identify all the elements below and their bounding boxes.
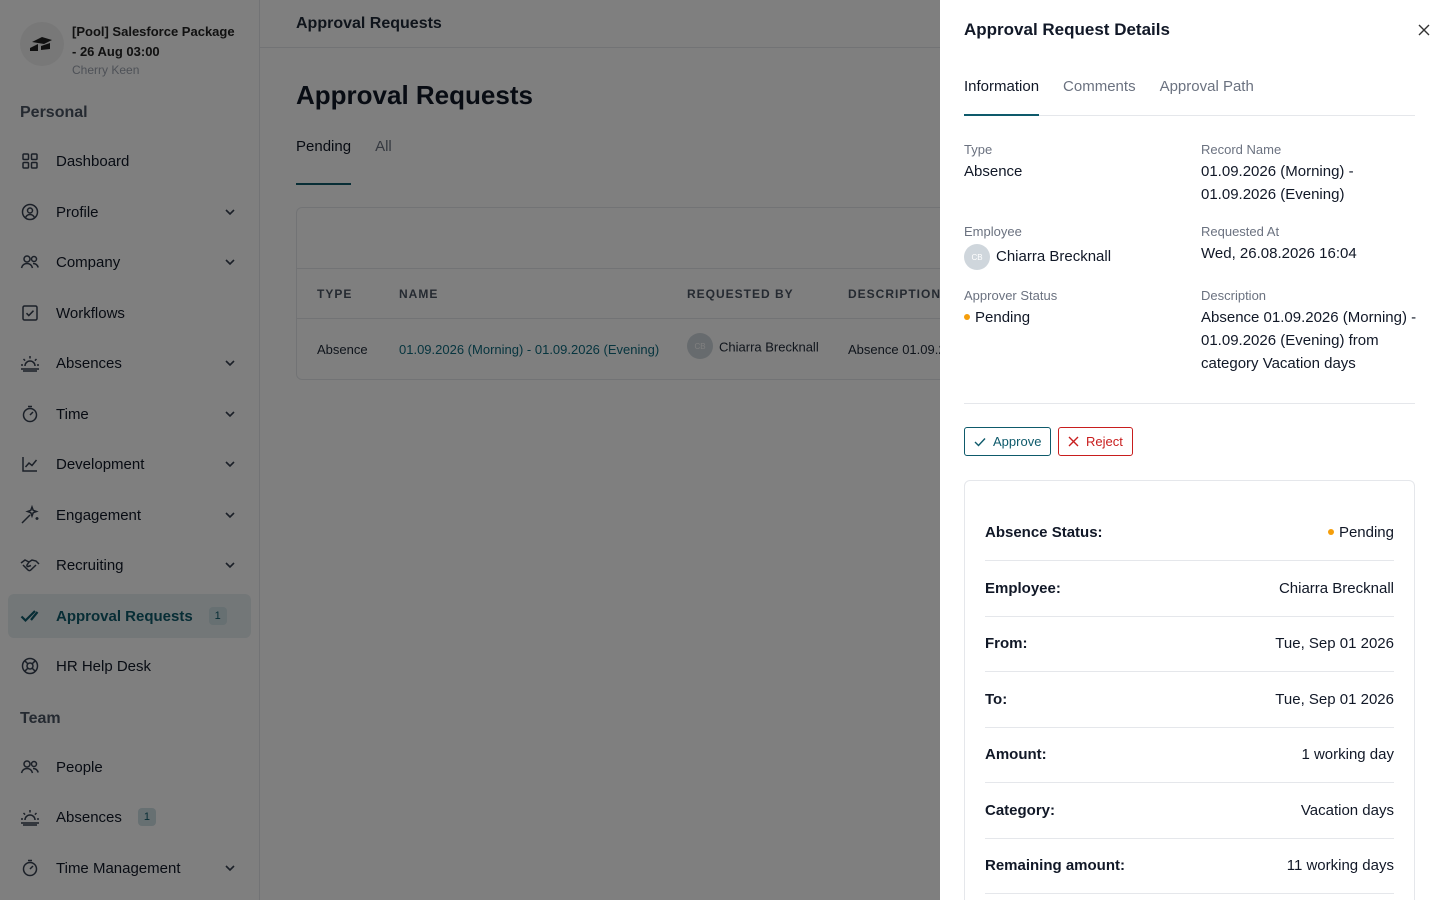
- summary-row-to: To: Tue, Sep 01 2026: [985, 672, 1394, 728]
- field-value: Absence 01.09.2026 (Morning) - 01.09.202…: [1201, 309, 1417, 372]
- approve-button[interactable]: Approve: [964, 427, 1052, 456]
- avatar: CB: [964, 244, 990, 270]
- summary-label: Employee:: [985, 580, 1061, 597]
- employee-name: Chiarra Brecknall: [996, 247, 1112, 265]
- field-label: Record Name: [1201, 142, 1282, 157]
- summary-row-status: Absence Status: Pending: [985, 505, 1394, 561]
- field-label: Approver Status: [964, 288, 1058, 303]
- summary-row-category: Category: Vacation days: [985, 783, 1394, 839]
- tab-information[interactable]: Information: [964, 78, 1040, 116]
- divider: [964, 403, 1415, 404]
- field-description: Description Absence 01.09.2026 (Morning)…: [1201, 288, 1421, 375]
- summary-value: Tue, Sep 01 2026: [1275, 635, 1394, 652]
- approval-details-drawer: Approval Request Details Information Com…: [940, 0, 1440, 900]
- drawer-title: Approval Request Details: [964, 20, 1170, 39]
- field-label: Type: [964, 142, 993, 157]
- tab-comments[interactable]: Comments: [1063, 78, 1136, 116]
- summary-label: Absence Status:: [985, 524, 1103, 541]
- summary-row-remaining: Remaining amount: 11 working days: [985, 838, 1394, 894]
- summary-row-from: From: Tue, Sep 01 2026: [985, 616, 1394, 672]
- summary-value: 1 working day: [1301, 746, 1394, 763]
- reject-label: Reject: [1086, 434, 1123, 449]
- summary-row-employee: Employee: Chiarra Brecknall: [985, 561, 1394, 617]
- summary-label: Amount:: [985, 746, 1047, 763]
- field-type: Type Absence: [964, 142, 1184, 183]
- field-value: Absence: [964, 163, 1023, 180]
- status-dot: [964, 314, 970, 321]
- status-dot: [1327, 529, 1334, 536]
- absence-summary-card: Absence Status: Pending Employee: Chiarr…: [964, 480, 1415, 900]
- summary-label: To:: [985, 691, 1008, 708]
- field-value: Wed, 26.08.2026 16:04: [1201, 245, 1357, 262]
- close-icon: [1418, 24, 1430, 36]
- summary-value: 11 working days: [1286, 857, 1394, 874]
- summary-value: Tue, Sep 01 2026: [1275, 691, 1394, 708]
- field-value: 01.09.2026 (Morning) - 01.09.2026 (Eveni…: [1201, 163, 1354, 203]
- status-value: Pending: [975, 309, 1031, 326]
- summary-label: Remaining amount:: [985, 857, 1126, 874]
- close-button[interactable]: [1414, 20, 1434, 40]
- summary-label: From:: [985, 635, 1028, 652]
- summary-value: Vacation days: [1300, 802, 1394, 819]
- field-employee: Employee CB Chiarra Brecknall: [964, 224, 1184, 270]
- close-icon: [1068, 436, 1079, 447]
- modal-backdrop[interactable]: [0, 0, 940, 900]
- drawer-tabs: Information Comments Approval Path: [964, 78, 1415, 116]
- field-record-name: Record Name 01.09.2026 (Morning) - 01.09…: [1201, 142, 1421, 206]
- field-approver-status: Approver Status Pending: [964, 288, 1184, 329]
- field-label: Requested At: [1201, 224, 1280, 239]
- reject-button[interactable]: Reject: [1058, 427, 1133, 456]
- summary-row-amount: Amount: 1 working day: [985, 727, 1394, 783]
- summary-value: Pending: [1338, 524, 1394, 541]
- field-label: Employee: [964, 224, 1022, 239]
- summary-value: Chiarra Brecknall: [1278, 580, 1394, 597]
- summary-label: Category:: [985, 802, 1056, 819]
- tab-approval-path[interactable]: Approval Path: [1160, 78, 1254, 116]
- approve-label: Approve: [993, 434, 1042, 449]
- field-label: Description: [1201, 288, 1267, 303]
- field-requested-at: Requested At Wed, 26.08.2026 16:04: [1201, 224, 1421, 265]
- check-icon: [974, 437, 986, 447]
